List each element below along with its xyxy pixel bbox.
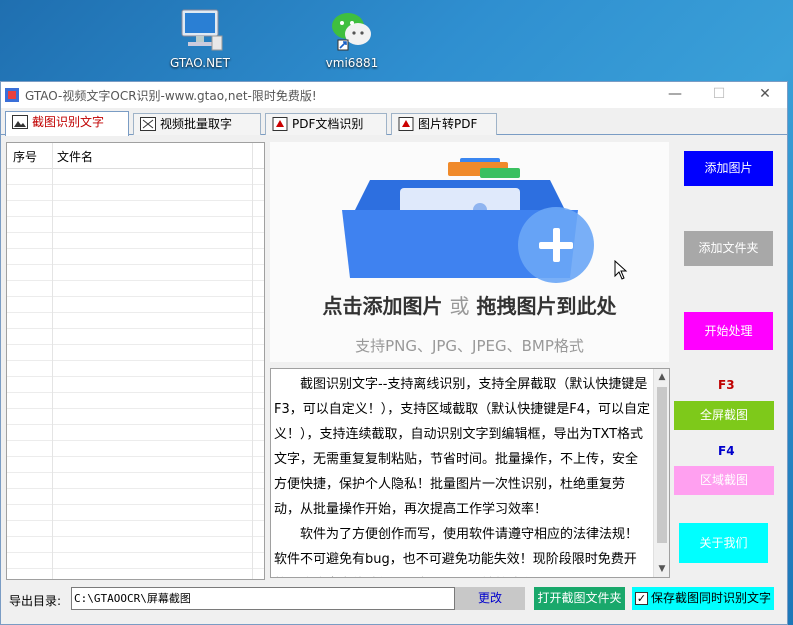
- column-header-index[interactable]: 序号: [13, 148, 37, 165]
- column-header-filename[interactable]: 文件名: [57, 148, 93, 165]
- region-hotkey-label: F4: [718, 444, 735, 458]
- video-icon: [140, 117, 156, 131]
- tab-screenshot-ocr[interactable]: 截图识别文字: [5, 111, 129, 136]
- minimize-button[interactable]: —: [653, 82, 697, 108]
- folder-add-illustration: [342, 158, 594, 283]
- description-textbox[interactable]: 截图识别文字--支持离线识别，支持全屏截取（默认快捷键是F3，可以自定义！），支…: [270, 368, 670, 578]
- app-window: GTAO-视频文字OCR识别-www.gtao,net-限时免费版! — ☐ ✕…: [0, 81, 788, 625]
- image-icon: [12, 115, 28, 129]
- tab-strip: 截图识别文字 视频批量取字 PDF文档识别 图片转PDF: [1, 111, 787, 136]
- scroll-down-arrow[interactable]: ▼: [654, 561, 669, 577]
- desktop-icon-gtao[interactable]: GTAO.NET: [160, 6, 240, 70]
- fullscreen-capture-button[interactable]: 全屏截图: [674, 401, 774, 430]
- mouse-pointer-icon: [614, 260, 628, 280]
- wechat-icon: [332, 13, 371, 51]
- desktop-icon-label: GTAO.NET: [170, 56, 230, 70]
- desktop-icon-wechat[interactable]: vmi6881: [312, 6, 392, 70]
- start-processing-button[interactable]: 开始处理: [684, 312, 773, 350]
- app-icon: [5, 88, 19, 102]
- description-paragraph: 软件为了方便创作而写，使用软件请遵守相应的法律法规！软件不可避免有bug，也不可…: [274, 527, 639, 567]
- title-bar: GTAO-视频文字OCR识别-www.gtao,net-限时免费版! — ☐ ✕: [1, 82, 787, 108]
- scroll-thumb[interactable]: [657, 387, 667, 543]
- dropzone-add-text: 点击添加图片: [322, 294, 443, 318]
- region-capture-button[interactable]: 区域截图: [674, 466, 774, 495]
- window-title: GTAO-视频文字OCR识别-www.gtao,net-限时免费版!: [25, 89, 317, 103]
- save-and-recognize-checkbox[interactable]: ✓: [635, 592, 648, 605]
- file-list[interactable]: 序号 文件名: [6, 142, 265, 580]
- pdf-icon: [398, 117, 414, 131]
- column-divider: [52, 143, 53, 579]
- scroll-up-arrow[interactable]: ▲: [654, 369, 669, 385]
- tab-pdf-ocr[interactable]: PDF文档识别: [265, 113, 387, 135]
- tab-label: 视频批量取字: [160, 117, 233, 131]
- dropzone-formats-text: 支持PNG、JPG、JPEG、BMP格式: [355, 337, 584, 355]
- change-dir-button[interactable]: 更改: [455, 587, 525, 610]
- export-dir-label: 导出目录:: [9, 594, 62, 608]
- export-dir-input[interactable]: C:\GTAOOCR\屏幕截图: [71, 587, 455, 610]
- tab-label: 截图识别文字: [32, 115, 105, 129]
- save-and-recognize-option[interactable]: ✓ 保存截图同时识别文字: [632, 587, 774, 610]
- tab-label: PDF文档识别: [292, 117, 364, 131]
- tab-image-to-pdf[interactable]: 图片转PDF: [391, 113, 497, 135]
- dropzone-drag-text: 拖拽图片到此处: [476, 294, 617, 318]
- image-drop-zone[interactable]: 点击添加图片 或 拖拽图片到此处 支持PNG、JPG、JPEG、BMP格式: [270, 142, 669, 362]
- dropzone-or-text: 或: [449, 294, 470, 318]
- about-us-button[interactable]: 关于我们: [679, 523, 768, 563]
- description-paragraph: 截图识别文字--支持离线识别，支持全屏截取（默认快捷键是F3，可以自定义！），支…: [274, 377, 650, 517]
- dropzone-main-text: 点击添加图片 或 拖拽图片到此处: [270, 290, 669, 319]
- add-folder-button[interactable]: 添加文件夹: [684, 231, 773, 266]
- tab-video-batch[interactable]: 视频批量取字: [133, 113, 261, 135]
- column-divider: [252, 143, 253, 579]
- save-and-recognize-label: 保存截图同时识别文字: [651, 591, 772, 605]
- description-text: 截图识别文字--支持离线识别，支持全屏截取（默认快捷键是F3，可以自定义！），支…: [274, 372, 650, 577]
- add-image-button[interactable]: 添加图片: [684, 151, 773, 186]
- file-list-rows: [7, 169, 264, 579]
- open-screenshot-folder-button[interactable]: 打开截图文件夹: [534, 587, 625, 610]
- computer-icon: [181, 9, 223, 51]
- file-list-header: 序号 文件名: [7, 143, 264, 169]
- tab-label: 图片转PDF: [418, 117, 478, 131]
- fullscreen-hotkey-label: F3: [718, 378, 735, 392]
- desktop-icon-label: vmi6881: [325, 56, 379, 70]
- maximize-button[interactable]: ☐: [697, 82, 741, 108]
- pdf-icon: [272, 117, 288, 131]
- description-scrollbar[interactable]: ▲ ▼: [653, 369, 669, 577]
- close-button[interactable]: ✕: [743, 82, 787, 108]
